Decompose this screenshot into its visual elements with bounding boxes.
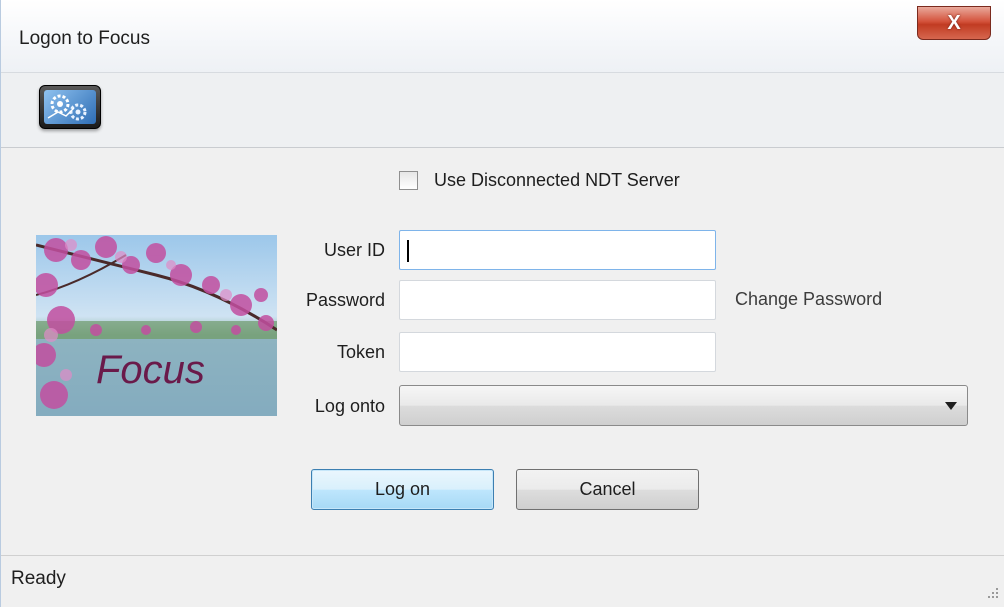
log-onto-label: Log onto [314, 396, 385, 416]
token-field[interactable] [399, 332, 716, 372]
disconnected-server-option[interactable]: Use Disconnected NDT Server [399, 170, 680, 191]
status-bar: Ready [1, 555, 1004, 607]
password-field[interactable] [399, 280, 716, 320]
user-id-label: User ID [323, 240, 385, 260]
title-bar[interactable]: Logon to Focus X [1, 0, 1004, 72]
focus-logo-text: Focus [96, 348, 205, 392]
disconnected-server-label[interactable]: Use Disconnected NDT Server [434, 170, 680, 191]
gear-icon [47, 94, 87, 121]
status-text: Ready [11, 568, 66, 589]
password-label: Password [305, 290, 385, 310]
chevron-down-icon [945, 402, 957, 410]
log-onto-dropdown[interactable] [399, 385, 968, 426]
form-area: Use Disconnected NDT Server Focus User I… [1, 148, 1004, 555]
resize-grip-icon[interactable] [985, 585, 999, 599]
close-icon: X [947, 11, 961, 34]
cancel-button[interactable]: Cancel [516, 469, 699, 510]
focus-app-icon[interactable] [39, 85, 101, 129]
user-id-field[interactable] [399, 230, 716, 270]
disconnected-server-checkbox[interactable] [399, 171, 418, 190]
toolbar [1, 72, 1004, 148]
token-label: Token [336, 342, 385, 362]
focus-logo-image: Focus [36, 235, 277, 416]
logon-dialog: Logon to Focus X Use Disconnected NDT Se… [0, 0, 1004, 607]
text-caret [407, 240, 409, 262]
window-title: Logon to Focus [19, 28, 150, 49]
change-password-link[interactable]: Change Password [735, 289, 882, 310]
log-on-button[interactable]: Log on [311, 469, 494, 510]
close-button[interactable]: X [917, 6, 991, 40]
